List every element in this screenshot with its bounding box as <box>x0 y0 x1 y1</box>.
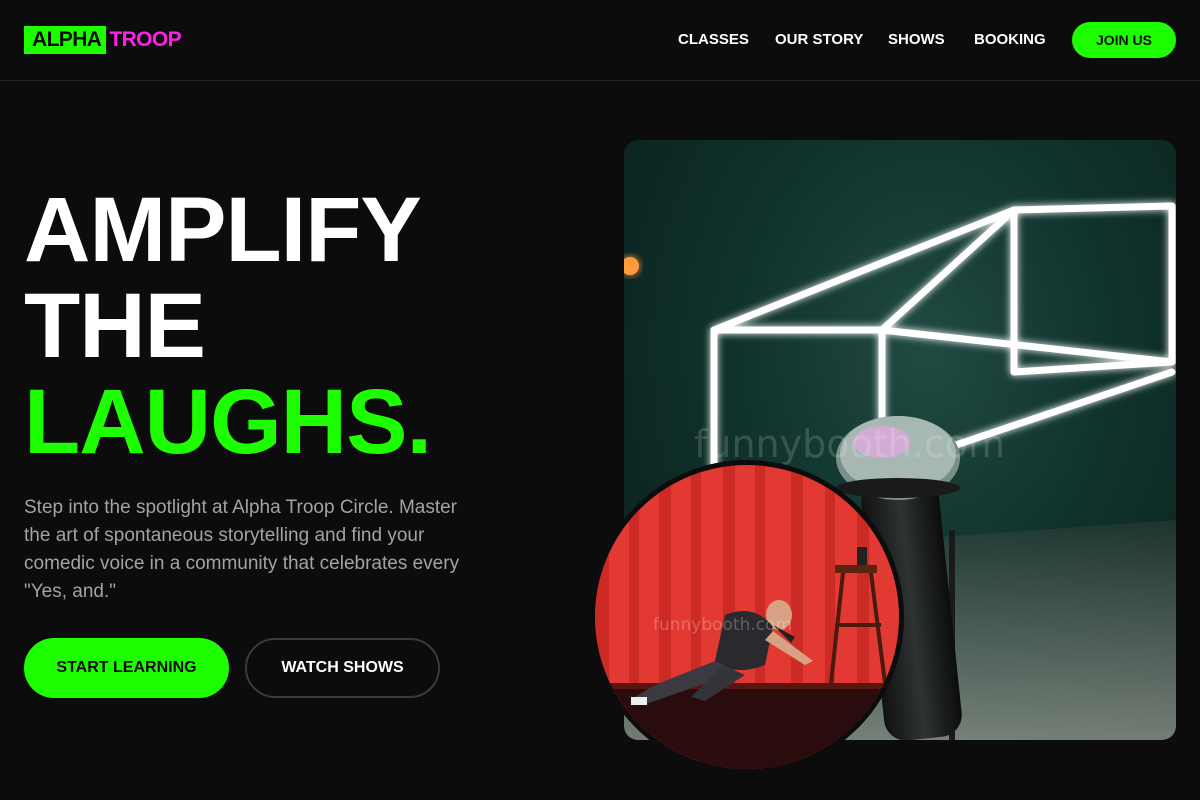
logo-alpha-text: ALPHA <box>24 26 107 54</box>
headline-line-laughs: LAUGHS. <box>24 371 432 473</box>
circle-image-watermark: funnybooth.com <box>653 615 793 635</box>
join-us-button[interactable]: JOIN US <box>1072 22 1176 58</box>
logo[interactable]: ALPHA TROOP <box>24 26 182 54</box>
site-header: ALPHA TROOP CLASSES OUR STORY SHOWS BOOK… <box>0 0 1200 81</box>
hero-description: Step into the spotlight at Alpha Troop C… <box>24 497 460 602</box>
nav-link-shows[interactable]: SHOWS <box>888 31 945 49</box>
headline-line-the: THE <box>24 275 206 377</box>
watch-shows-button[interactable]: WATCH SHOWS <box>245 638 440 698</box>
nav-link-classes[interactable]: CLASSES <box>678 31 749 49</box>
nav-link-booking[interactable]: BOOKING <box>974 31 1046 49</box>
logo-troop-text: TROOP <box>109 28 182 51</box>
headline-line-amplify: AMPLIFY <box>24 179 422 281</box>
performer-circle-image: funnybooth.com <box>590 460 904 774</box>
start-learning-button[interactable]: START LEARNING <box>24 638 229 698</box>
nav-link-our-story[interactable]: OUR STORY <box>775 31 863 49</box>
